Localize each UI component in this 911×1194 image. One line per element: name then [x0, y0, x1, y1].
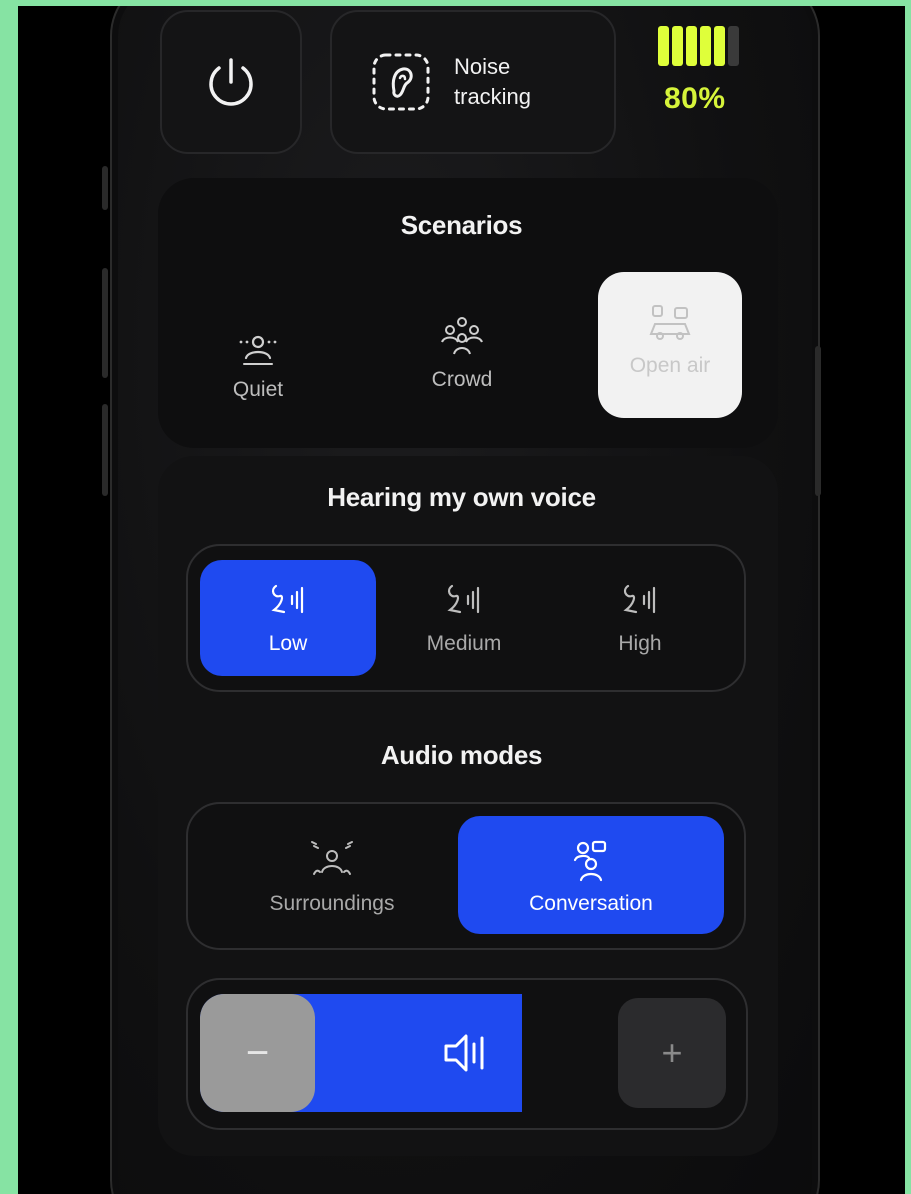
battery-bar — [658, 26, 669, 66]
scenario-open-air-label: Open air — [629, 354, 711, 377]
noise-tracking-label-line2: tracking — [454, 84, 532, 109]
battery-bar — [672, 26, 683, 66]
power-icon — [209, 58, 253, 106]
scenario-quiet-label: Quiet — [232, 378, 284, 401]
noise-tracking-label-line1: Noise — [454, 54, 511, 79]
battery-bar — [686, 26, 697, 66]
battery-indicator: 80% — [658, 26, 748, 136]
plus-icon: + — [661, 1032, 683, 1073]
power-button[interactable] — [160, 10, 302, 154]
phone-side-button — [102, 166, 108, 210]
scenario-crowd-label: Crowd — [431, 368, 493, 391]
own-voice-high-label: High — [618, 632, 662, 655]
noise-tracking-label: Noise tracking — [454, 52, 531, 112]
own-voice-medium-label: Medium — [426, 632, 502, 655]
own-voice-option-medium[interactable]: Medium — [376, 560, 552, 676]
screen: Noise tracking 80% Scenarios Quiet Crowd… — [18, 6, 905, 1194]
audio-mode-surroundings-label: Surroundings — [269, 892, 395, 915]
scenario-quiet[interactable]: Quiet — [188, 316, 328, 402]
minus-icon: − — [245, 1030, 270, 1075]
ear-scan-icon — [372, 53, 430, 111]
open-air-car-icon — [598, 284, 742, 344]
crowd-icon — [392, 306, 532, 358]
voice-level-icon — [376, 580, 552, 620]
volume-up-button[interactable]: + — [618, 998, 726, 1108]
voice-level-icon — [552, 580, 728, 620]
audio-mode-surroundings[interactable]: Surroundings — [200, 816, 464, 934]
audio-mode-conversation[interactable]: Conversation — [458, 816, 724, 934]
voice-level-icon — [200, 580, 376, 620]
own-voice-title: Hearing my own voice — [327, 482, 596, 512]
surroundings-icon — [200, 840, 464, 880]
conversation-icon — [458, 840, 724, 882]
battery-percent: 80% — [664, 82, 726, 115]
scenario-open-air[interactable]: Open air — [598, 272, 742, 418]
own-voice-option-low[interactable]: Low — [200, 560, 376, 676]
scenarios-title: Scenarios — [400, 210, 523, 240]
phone-power-side-button — [815, 346, 821, 496]
own-voice-low-label: Low — [268, 632, 308, 655]
battery-bar-empty — [728, 26, 739, 66]
noise-tracking-button[interactable]: Noise tracking — [330, 10, 616, 154]
battery-bar — [714, 26, 725, 66]
battery-bars — [658, 26, 748, 66]
audio-mode-conversation-label: Conversation — [529, 892, 653, 915]
phone-volume-up-button — [102, 268, 108, 378]
quiet-person-icon — [188, 316, 328, 368]
scenario-crowd[interactable]: Crowd — [392, 306, 532, 392]
own-voice-option-high[interactable]: High — [552, 560, 728, 676]
audio-modes-title: Audio modes — [380, 740, 543, 770]
speaker-icon — [442, 1030, 492, 1081]
volume-down-button[interactable]: − — [200, 994, 315, 1112]
battery-bar — [700, 26, 711, 66]
